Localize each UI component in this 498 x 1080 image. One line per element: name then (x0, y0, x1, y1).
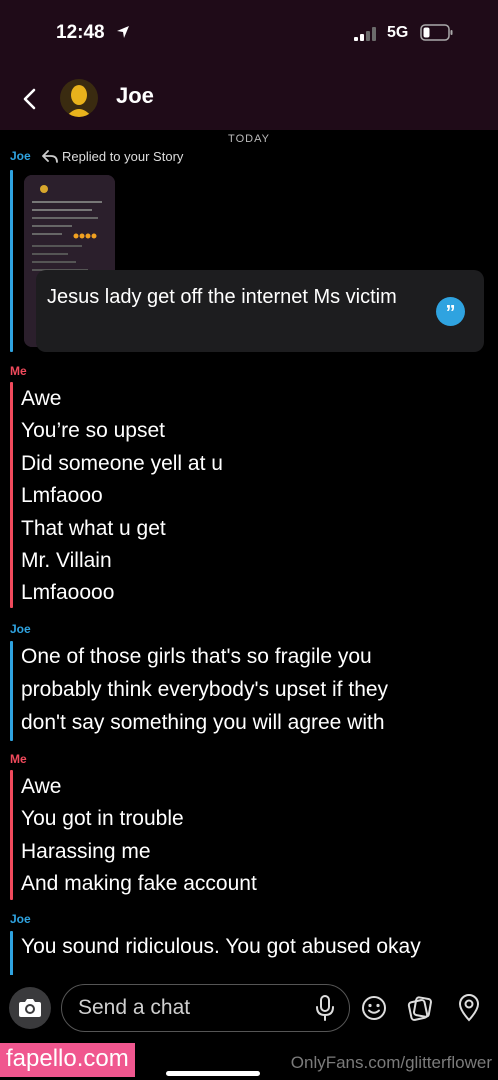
message-line[interactable]: Awe (21, 771, 61, 803)
sender-bar (10, 641, 13, 741)
signal-icon (354, 27, 376, 41)
emoji-icon[interactable] (361, 995, 387, 1021)
chat-input[interactable]: Send a chat (61, 984, 350, 1032)
quote-text: Jesus lady get off the internet Ms victi… (47, 286, 397, 308)
message-line[interactable]: Lmfaooo (21, 480, 103, 512)
sender-label: Joe (10, 149, 31, 163)
message-line[interactable]: Lmfaoooo (21, 577, 114, 609)
network-label: 5G (387, 24, 409, 41)
camera-icon (19, 999, 41, 1017)
message-line[interactable]: Mr. Villain (21, 545, 112, 577)
sender-bar (10, 931, 13, 975)
message-line[interactable]: Awe (21, 383, 61, 415)
chat-input-placeholder: Send a chat (78, 996, 191, 1019)
sticker-icon[interactable] (407, 995, 433, 1021)
message-line[interactable]: That what u get (21, 513, 166, 545)
sender-bar (10, 170, 13, 352)
message-line[interactable]: Harassing me (21, 836, 151, 868)
sender-label: Me (10, 364, 27, 378)
location-arrow-icon (117, 26, 129, 38)
message-line[interactable]: And making fake account (21, 868, 257, 900)
reply-arrow-icon (42, 150, 58, 163)
svg-text:”: ” (446, 302, 456, 324)
status-time: 12:48 (56, 22, 105, 43)
chat-thread[interactable]: TODAY Joe Replied to your Story Jesus la… (0, 130, 498, 975)
message-line[interactable]: You got in trouble (21, 803, 184, 835)
sender-label: Joe (10, 622, 31, 636)
message-line[interactable]: One of those girls that's so fragile you (21, 641, 372, 673)
quoted-story-reply[interactable]: Jesus lady get off the internet Ms victi… (36, 270, 484, 352)
footer: fapello.com OnlyFans.com/glitterflower (0, 1040, 498, 1080)
sender-bar (10, 770, 13, 900)
chat-title[interactable]: Joe (116, 83, 154, 109)
message-line[interactable]: probably think everybody's upset if they (21, 674, 388, 706)
message-line[interactable]: don't say something you will agree with (21, 707, 385, 739)
chat-composer: Send a chat (0, 975, 498, 1040)
date-separator: TODAY (228, 133, 270, 145)
message-line[interactable]: You’re so upset (21, 415, 165, 447)
sender-bar (10, 382, 13, 608)
creator-watermark: OnlyFans.com/glitterflower (290, 1053, 492, 1072)
avatar[interactable] (60, 79, 98, 117)
battery-icon (420, 24, 453, 41)
home-indicator[interactable] (166, 1071, 260, 1076)
message-line[interactable]: You sound ridiculous. You got abused oka… (21, 931, 421, 963)
back-button[interactable] (16, 84, 44, 114)
bitmoji-avatar-icon (66, 85, 92, 117)
status-bar: 12:48 5G (0, 0, 498, 70)
map-pin-icon[interactable] (457, 994, 481, 1022)
quote-icon: ” (436, 297, 465, 326)
sender-label: Joe (10, 912, 31, 926)
chat-header: Joe (0, 70, 498, 130)
sender-label: Me (10, 752, 27, 766)
message-line[interactable]: Did someone yell at u (21, 448, 223, 480)
microphone-icon[interactable] (315, 995, 335, 1021)
reply-note: Replied to your Story (62, 149, 184, 164)
site-watermark: fapello.com (0, 1043, 135, 1077)
camera-button[interactable] (9, 987, 51, 1029)
